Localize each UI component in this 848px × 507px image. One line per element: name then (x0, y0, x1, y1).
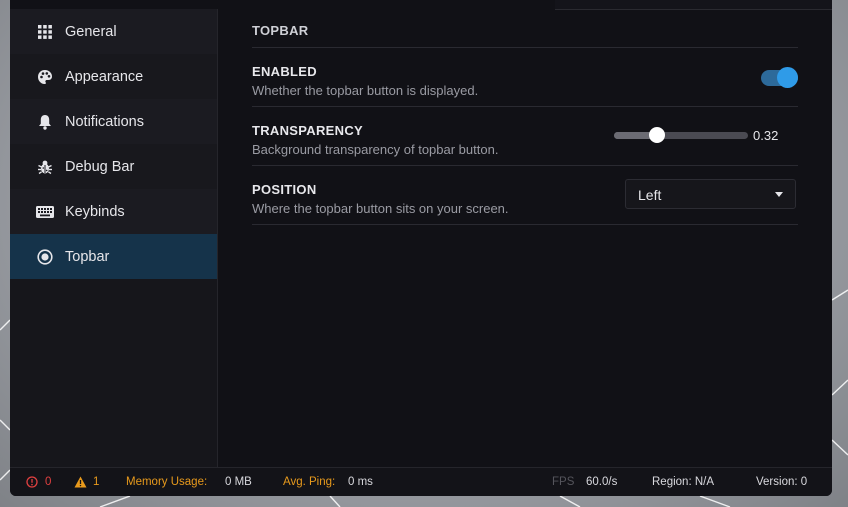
memory-value: 0 MB (225, 476, 252, 488)
chevron-down-icon (775, 192, 783, 197)
sidebar-item-notifications[interactable]: Notifications (10, 99, 217, 144)
ping-value: 0 ms (348, 476, 373, 488)
grid-icon (35, 24, 55, 39)
setting-description: Where the topbar button sits on your scr… (252, 201, 509, 216)
bell-icon (35, 114, 55, 130)
keyboard-icon (35, 205, 55, 218)
setting-label: ENABLED (252, 64, 317, 79)
region-info: Region: N/A (652, 476, 715, 488)
radio-icon (35, 248, 55, 265)
position-select[interactable]: Left (625, 179, 796, 209)
sidebar-item-topbar[interactable]: Topbar (10, 234, 217, 279)
setting-row-position: POSITION Where the topbar button sits on… (252, 166, 798, 225)
warning-icon (74, 476, 87, 490)
ping-label: Avg. Ping: (283, 476, 336, 488)
sidebar-item-appearance[interactable]: Appearance (10, 54, 217, 99)
setting-label: TRANSPARENCY (252, 123, 363, 138)
setting-row-enabled: ENABLED Whether the topbar button is dis… (252, 48, 798, 107)
warning-count: 1 (93, 476, 100, 488)
status-bar: 0 1 Memory Usage: 0 MB Avg. Ping: 0 ms F… (10, 467, 832, 496)
sidebar-item-label: Debug Bar (65, 158, 135, 175)
bug-icon (35, 159, 55, 175)
transparency-slider[interactable] (614, 127, 748, 143)
version-info: Version: 0 (756, 476, 808, 488)
setting-label: POSITION (252, 182, 317, 197)
toggle-knob (777, 67, 798, 88)
sidebar-item-keybinds[interactable]: Keybinds (10, 189, 217, 234)
sidebar: General Appearance Notifications Debug B… (10, 9, 218, 467)
fps-value: 60.0/s (586, 476, 618, 488)
palette-icon (35, 69, 55, 85)
setting-description: Whether the topbar button is displayed. (252, 83, 479, 98)
setting-description: Background transparency of topbar button… (252, 142, 499, 157)
sidebar-item-label: Topbar (65, 248, 110, 265)
sidebar-item-label: Notifications (65, 113, 144, 130)
error-count: 0 (45, 476, 52, 488)
sidebar-item-general[interactable]: General (10, 9, 217, 54)
error-icon (26, 476, 38, 490)
section-title: TOPBAR (252, 9, 798, 48)
memory-label: Memory Usage: (126, 476, 208, 488)
settings-window: General Appearance Notifications Debug B… (10, 0, 832, 496)
settings-content: TOPBAR ENABLED Whether the topbar button… (252, 9, 798, 225)
slider-thumb[interactable] (648, 127, 665, 143)
sidebar-item-debug-bar[interactable]: Debug Bar (10, 144, 217, 189)
sidebar-item-label: Keybinds (65, 203, 125, 220)
setting-row-transparency: TRANSPARENCY Background transparency of … (252, 107, 798, 166)
sidebar-item-label: Appearance (65, 68, 144, 85)
select-value: Left (638, 187, 662, 203)
sidebar-item-label: General (65, 23, 117, 40)
enabled-toggle[interactable] (761, 67, 798, 88)
slider-value: 0.32 (753, 128, 779, 143)
fps-label: FPS (552, 476, 575, 488)
